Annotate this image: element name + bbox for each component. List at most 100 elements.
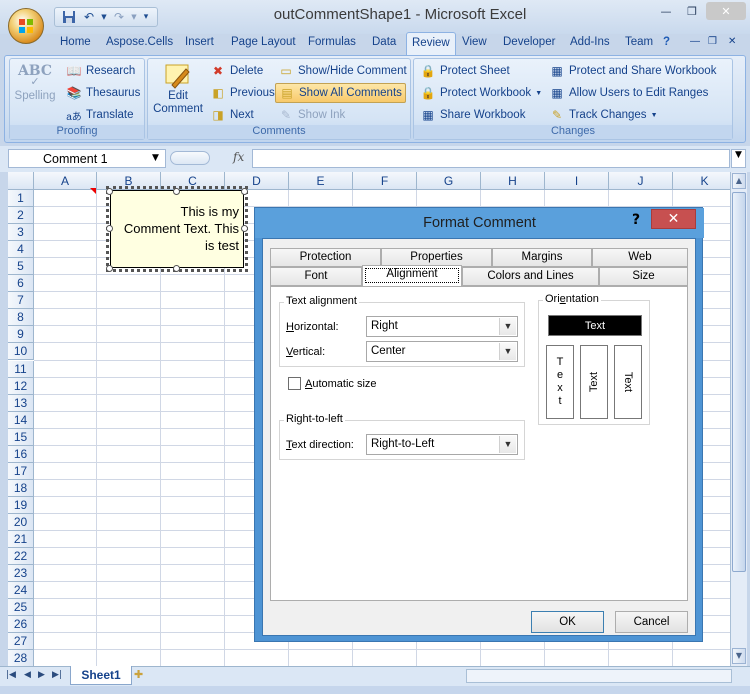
sheet-tab-sheet1[interactable]: Sheet1 <box>70 666 132 685</box>
text-direction-select[interactable]: Right-to-Left ▼ <box>366 434 518 455</box>
vertical-scrollbar[interactable]: ▲ ▼ <box>730 172 747 666</box>
row-header[interactable]: 15 <box>8 428 34 446</box>
chevron-down-icon[interactable]: ▼ <box>499 343 516 360</box>
expand-formula-bar-icon[interactable]: ▼ <box>731 149 746 168</box>
minimize-button[interactable]: — <box>654 2 678 20</box>
automatic-size-checkbox[interactable] <box>288 377 301 390</box>
tab-alignment[interactable]: Alignment <box>362 265 462 286</box>
allow-users-button[interactable]: ▦ Allow Users to Edit Ranges <box>549 85 708 101</box>
insert-function-button[interactable]: fx <box>233 150 244 164</box>
tab-data[interactable]: Data <box>372 36 396 48</box>
scroll-down-icon[interactable]: ▼ <box>732 648 746 664</box>
scroll-thumb[interactable] <box>732 192 746 572</box>
orientation-rotated-down[interactable]: Text <box>614 345 642 419</box>
row-header[interactable]: 7 <box>8 292 34 310</box>
show-all-comments-button[interactable]: ▤ Show All Comments <box>275 83 406 103</box>
tab-insert[interactable]: Insert <box>185 36 214 48</box>
column-header[interactable]: A <box>34 172 97 190</box>
row-header[interactable]: 18 <box>8 479 34 497</box>
row-header[interactable]: 13 <box>8 394 34 412</box>
row-header[interactable]: 25 <box>8 599 34 617</box>
column-header[interactable]: E <box>289 172 353 190</box>
redo-icon[interactable]: ↷ <box>111 9 127 25</box>
row-header[interactable]: 5 <box>8 258 34 276</box>
close-button[interactable]: ✕ <box>706 2 746 20</box>
dropdown-arrow-icon[interactable]: ▼ <box>101 9 107 25</box>
track-changes-button[interactable]: ✎ Track Changes ▼ <box>549 107 658 123</box>
help-icon[interactable]: ? <box>663 36 670 48</box>
tab-developer[interactable]: Developer <box>503 36 555 48</box>
row-header[interactable]: 11 <box>8 360 34 378</box>
ribbon-restore-icon[interactable]: ❐ <box>708 36 717 47</box>
formula-input[interactable] <box>252 149 730 168</box>
restore-button[interactable]: ❐ <box>680 2 704 20</box>
row-header[interactable]: 24 <box>8 582 34 600</box>
column-header[interactable]: J <box>609 172 673 190</box>
orientation-rotated-up[interactable]: Text <box>580 345 608 419</box>
name-box[interactable]: Comment 1 <box>8 149 166 168</box>
row-header[interactable]: 26 <box>8 616 34 634</box>
resize-handle[interactable] <box>173 265 180 272</box>
tab-review[interactable]: Review <box>406 32 456 56</box>
thesaurus-button[interactable]: 📚 Thesaurus <box>66 85 141 101</box>
show-ink-button[interactable]: ✎ Show Ink <box>278 107 345 123</box>
undo-icon[interactable]: ↶ <box>81 9 97 25</box>
column-header[interactable]: B <box>97 172 161 190</box>
scroll-up-icon[interactable]: ▲ <box>732 173 746 189</box>
horizontal-scrollbar[interactable] <box>466 669 732 683</box>
column-header[interactable]: D <box>225 172 289 190</box>
column-header[interactable]: I <box>545 172 609 190</box>
row-header[interactable]: 1 <box>8 190 34 208</box>
customize-icon[interactable]: ▾ <box>141 9 151 25</box>
row-header[interactable]: 4 <box>8 241 34 259</box>
ok-button[interactable]: OK <box>531 611 604 633</box>
row-header[interactable]: 2 <box>8 207 34 225</box>
row-header[interactable]: 10 <box>8 343 34 361</box>
column-header[interactable]: C <box>161 172 225 190</box>
translate-button[interactable]: aあ Translate <box>66 107 133 123</box>
next-sheet-icon[interactable]: ▶ <box>38 670 45 680</box>
tab-home[interactable]: Home <box>60 36 91 48</box>
row-header[interactable]: 14 <box>8 411 34 429</box>
row-header[interactable]: 23 <box>8 565 34 583</box>
name-box-dropdown-icon[interactable]: ▼ <box>152 153 159 163</box>
chevron-down-icon[interactable]: ▼ <box>499 318 516 335</box>
chevron-down-icon[interactable]: ▼ <box>499 436 516 453</box>
protect-workbook-button[interactable]: 🔒 Protect Workbook ▼ <box>420 85 543 101</box>
research-button[interactable]: 📖 Research <box>66 63 136 79</box>
tab-view[interactable]: View <box>462 36 487 48</box>
first-sheet-icon[interactable]: |◀ <box>6 670 16 680</box>
row-header[interactable]: 28 <box>8 650 34 666</box>
dropdown-arrow-icon[interactable]: ▼ <box>131 9 137 25</box>
row-header[interactable]: 17 <box>8 462 34 480</box>
resize-handle[interactable] <box>106 265 113 272</box>
column-header[interactable]: F <box>353 172 417 190</box>
comment-box[interactable]: This is my Comment Text. This is test <box>106 186 248 272</box>
select-all-corner[interactable] <box>8 172 34 190</box>
share-workbook-button[interactable]: ▦ Share Workbook <box>420 107 525 123</box>
resize-handle[interactable] <box>106 225 113 232</box>
orientation-stacked[interactable]: T e x t <box>546 345 574 419</box>
row-header[interactable]: 16 <box>8 445 34 463</box>
spelling-button[interactable]: ABC ✓ Spelling <box>15 63 56 102</box>
last-sheet-icon[interactable]: ▶| <box>52 670 62 680</box>
tab-web[interactable]: Web <box>592 248 688 267</box>
save-icon[interactable] <box>61 9 77 25</box>
dialog-close-button[interactable]: ✕ <box>651 209 696 229</box>
tab-size[interactable]: Size <box>599 267 688 286</box>
protect-sheet-button[interactable]: 🔒 Protect Sheet <box>420 63 510 79</box>
tab-formulas[interactable]: Formulas <box>308 36 356 48</box>
edit-comment-button[interactable]: Edit Comment <box>152 63 204 115</box>
tab-add-ins[interactable]: Add-Ins <box>570 36 610 48</box>
ribbon-minimize-icon[interactable]: — <box>690 36 700 47</box>
show-hide-comment-button[interactable]: ▭ Show/Hide Comment <box>278 63 406 79</box>
resize-handle[interactable] <box>106 188 113 195</box>
row-header[interactable]: 3 <box>8 224 34 242</box>
column-header[interactable]: H <box>481 172 545 190</box>
row-header[interactable]: 19 <box>8 496 34 514</box>
tab-font[interactable]: Font <box>270 267 362 286</box>
previous-comment-button[interactable]: ◧ Previous <box>210 85 274 101</box>
column-header[interactable]: G <box>417 172 481 190</box>
next-comment-button[interactable]: ◨ Next <box>210 107 253 123</box>
delete-comment-button[interactable]: ✖ Delete <box>210 63 263 79</box>
